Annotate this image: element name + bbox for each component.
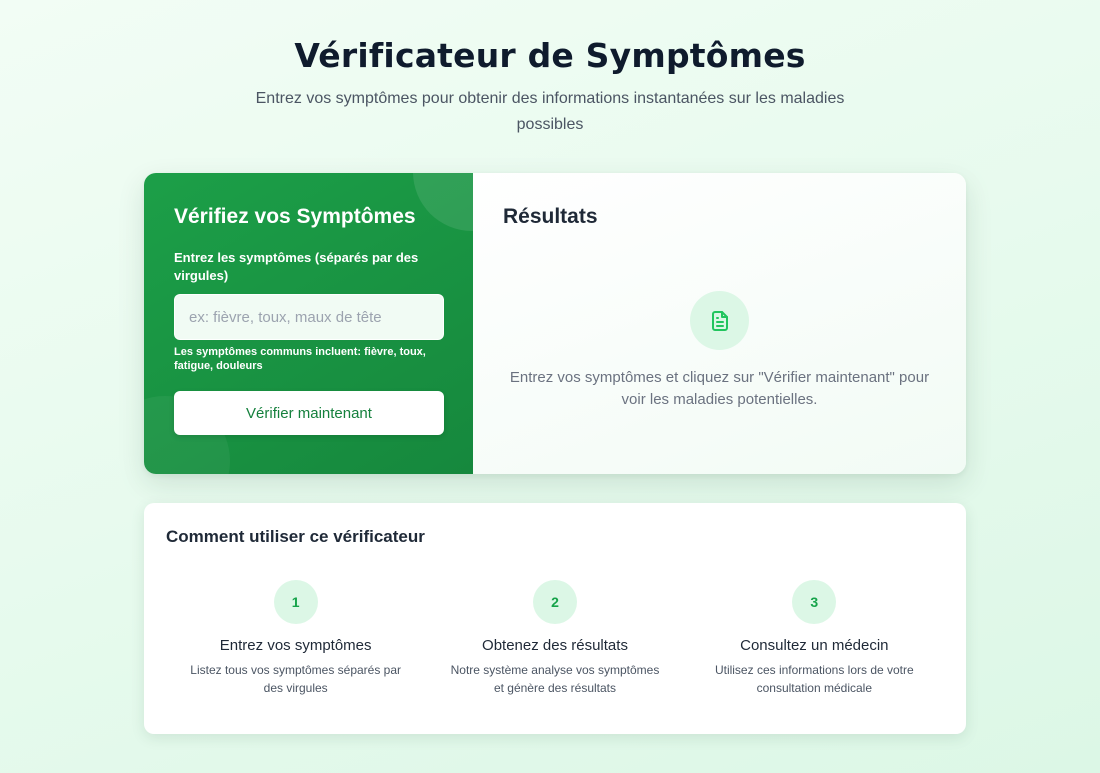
results-empty-message: Entrez vos symptômes et cliquez sur "Vér… — [509, 369, 930, 408]
check-now-button[interactable]: Vérifier maintenant — [174, 391, 444, 435]
page-title: Vérificateur de Symptômes — [294, 36, 806, 75]
symptoms-hint: Les symptômes communs incluent: fièvre, … — [174, 346, 426, 372]
symptoms-input[interactable] — [174, 294, 444, 340]
how-to-steps: 1 Entrez vos symptômes Listez tous vos s… — [166, 580, 944, 697]
document-icon — [690, 291, 749, 350]
step-title: Consultez un médecin — [740, 637, 889, 654]
step-title: Entrez vos symptômes — [219, 637, 372, 654]
step-number-badge: 2 — [532, 580, 577, 624]
symptom-form-panel: Vérifiez vos Symptômes Entrez les symptô… — [144, 173, 531, 474]
step-number-badge: 3 — [792, 580, 837, 624]
step-1: 1 Entrez vos symptômes Listez tous vos s… — [166, 580, 425, 697]
step-title: Obtenez des résultats — [482, 637, 628, 654]
how-to-card: Comment utiliser ce vérificateur 1 Entre… — [144, 503, 966, 734]
symptom-checker-card: Vérifiez vos Symptômes Entrez les symptô… — [144, 173, 966, 474]
step-description: Utilisez ces informations lors de votre … — [714, 663, 914, 695]
step-description: Listez tous vos symptômes séparés par de… — [190, 663, 402, 695]
results-title: Résultats — [503, 205, 598, 228]
page-subtitle: Entrez vos symptômes pour obtenir des in… — [255, 90, 845, 133]
how-to-title: Comment utiliser ce vérificateur — [166, 527, 425, 546]
step-2: 2 Obtenez des résultats Notre système an… — [425, 580, 684, 697]
results-empty-state: Entrez vos symptômes et cliquez sur "Vér… — [473, 291, 966, 411]
step-3: 3 Consultez un médecin Utilisez ces info… — [685, 580, 944, 697]
step-description: Notre système analyse vos symptômes et g… — [450, 663, 660, 695]
step-number-badge: 1 — [273, 580, 318, 624]
results-panel: Résultats Entrez vos symptômes et clique… — [473, 173, 966, 474]
form-title: Vérifiez vos Symptômes — [174, 205, 416, 228]
symptoms-label: Entrez les symptômes (séparés par des vi… — [174, 250, 419, 283]
